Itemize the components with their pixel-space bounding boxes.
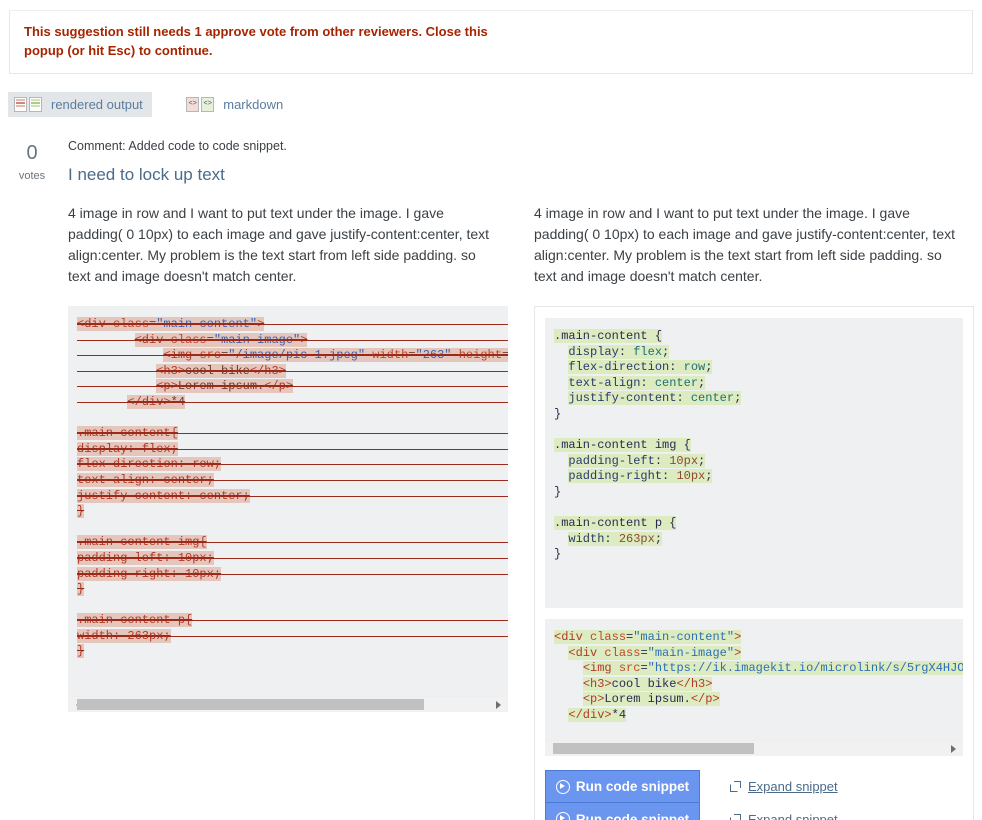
expand-snippet-link[interactable]: Expand snippet xyxy=(748,779,838,794)
code-line: .main content img{ xyxy=(77,535,508,551)
code-line: <p>Lorem ipsum.</p> xyxy=(77,379,508,395)
expand-snippet-link[interactable]: Expand snippet xyxy=(748,812,838,820)
vote-count: 0 xyxy=(26,142,38,164)
code-line: .main-content { xyxy=(554,329,663,343)
left-snippet-container: <div class="main content"> <div class="m… xyxy=(68,306,508,712)
left-code-scrollbar[interactable] xyxy=(68,696,508,712)
code-line: } xyxy=(77,582,85,597)
run-code-snippet-label: Run code snippet xyxy=(575,779,690,794)
play-icon xyxy=(555,812,570,820)
play-icon xyxy=(555,779,570,794)
code-line: text align: center; xyxy=(77,472,508,489)
code-line: </div>*4 xyxy=(568,707,627,722)
scroll-right-arrow-icon[interactable] xyxy=(490,697,506,712)
code-line: padding left: 10px; xyxy=(77,550,508,567)
right-code-scrollbar[interactable] xyxy=(545,740,963,756)
run-code-snippet-button[interactable]: Run code snippet xyxy=(545,770,700,803)
code-line: <div class="main content"> xyxy=(77,317,508,333)
code-line: .main-content p { xyxy=(554,516,677,531)
post-body-left: 4 image in row and I want to put text un… xyxy=(68,205,490,284)
code-line: padding right: 10px; xyxy=(77,566,508,583)
tab-markdown-label: markdown xyxy=(223,97,284,112)
tab-rendered-output-label: rendered output xyxy=(51,97,143,112)
suggested-edit-review-page: This suggestion still needs 1 approve vo… xyxy=(0,0,982,820)
code-line: <div class="main-content"> xyxy=(554,630,742,644)
code-line: flex-direction: row; xyxy=(568,360,713,375)
right-css-text: .main-content { display: flex; flex-dire… xyxy=(545,329,963,563)
code-line: padding-right: 10px; xyxy=(568,469,713,484)
right-css-code-block: .main-content { display: flex; flex-dire… xyxy=(545,318,963,608)
code-line: } xyxy=(554,484,562,499)
code-line: <h3>cool bike</h3> xyxy=(77,363,508,380)
code-line: display: flex; xyxy=(568,344,670,359)
expand-snippet-control[interactable]: Expand snippet xyxy=(730,779,838,794)
tab-rendered-output[interactable]: rendered output xyxy=(8,92,152,117)
scroll-thumb[interactable] xyxy=(76,699,425,710)
code-line: flex direction: row; xyxy=(77,457,508,473)
review-notice-banner: This suggestion still needs 1 approve vo… xyxy=(9,10,973,74)
run-code-snippet-label: Run code snippet xyxy=(575,811,690,820)
external-link-icon xyxy=(730,781,741,792)
scroll-right-arrow-icon[interactable] xyxy=(945,741,961,756)
code-line: </div>*4 xyxy=(77,394,508,411)
code-line: .main content{ xyxy=(77,426,508,442)
tab-markdown[interactable]: <> <> markdown xyxy=(180,92,292,117)
vote-cell: 0 votes xyxy=(12,140,52,182)
diff-doc-icon xyxy=(14,97,44,112)
code-line: <img src="https://ik.imagekit.io/microli… xyxy=(582,661,963,676)
original-version-column: 4 image in row and I want to put text un… xyxy=(68,203,508,712)
code-line: text-align: center; xyxy=(568,375,706,390)
vote-label: votes xyxy=(18,170,46,182)
review-notice-text: This suggestion still needs 1 approve vo… xyxy=(24,24,488,58)
run-code-snippet-button[interactable]: Run code snippet xyxy=(545,803,700,820)
left-code-block: <div class="main content"> <div class="m… xyxy=(68,306,508,696)
right-html-code-block: <div class="main-content"> <div class="m… xyxy=(545,619,963,740)
edit-comment: Comment: Added code to code snippet. xyxy=(68,139,287,153)
right-snippet-container: .main-content { display: flex; flex-dire… xyxy=(534,306,974,820)
code-line: width: 263px; xyxy=(77,628,508,645)
code-line: <div class="main image"> xyxy=(77,332,508,349)
view-mode-tabs: rendered output <> <> markdown xyxy=(8,92,292,117)
snippet-action-row: Run code snippet Expand snippet xyxy=(545,803,963,820)
expand-snippet-control[interactable]: Expand snippet xyxy=(730,812,838,820)
scroll-thumb[interactable] xyxy=(553,743,754,754)
snippet-actions: Run code snippet Expand snippet Run code s… xyxy=(545,770,963,820)
code-line: } xyxy=(554,547,562,562)
code-line: } xyxy=(77,504,85,519)
right-html-text: <div class="main-content"> <div class="m… xyxy=(545,630,963,724)
code-line: justify content: center; xyxy=(77,488,508,505)
code-line: justify-content: center; xyxy=(568,391,742,406)
post-title[interactable]: I need to lock up text xyxy=(68,165,225,185)
left-code-text: <div class="main content"> <div class="m… xyxy=(68,317,508,660)
code-line: .main-content img { xyxy=(554,438,691,453)
suggested-version-column: 4 image in row and I want to put text un… xyxy=(534,203,974,820)
diff-code-icon: <> <> xyxy=(186,97,216,112)
post-body-right: 4 image in row and I want to put text un… xyxy=(534,205,956,284)
code-line: <img src="/image/pic 1.jpeg" width="263"… xyxy=(77,348,508,364)
code-line: display: flex; xyxy=(77,441,508,458)
code-line: <div class="main-image"> xyxy=(568,645,742,660)
code-line: } xyxy=(77,644,85,659)
code-line: padding-left: 10px; xyxy=(568,453,706,468)
external-link-icon xyxy=(730,814,741,820)
code-line: <h3>cool bike</h3> xyxy=(582,676,713,691)
code-line: width: 263px; xyxy=(568,531,663,546)
snippet-action-row: Run code snippet Expand snippet xyxy=(545,770,963,803)
code-line: } xyxy=(554,406,562,421)
code-line: <p>Lorem ipsum.</p> xyxy=(582,692,720,707)
code-line: .main content p{ xyxy=(77,613,508,629)
